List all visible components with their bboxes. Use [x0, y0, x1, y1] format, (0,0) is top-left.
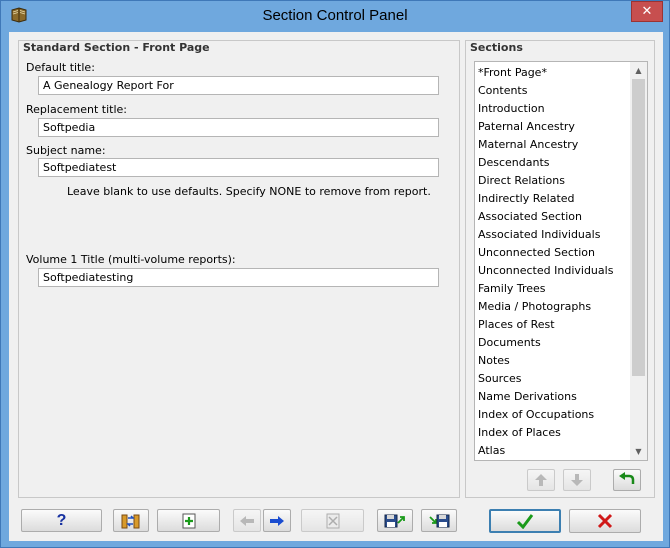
section-list-item[interactable]: Associated Individuals — [478, 226, 600, 244]
section-list-item[interactable]: Indirectly Related — [478, 190, 575, 208]
section-list-item[interactable]: Unconnected Individuals — [478, 262, 613, 280]
next-button[interactable] — [263, 509, 291, 532]
sections-group-title: Sections — [470, 41, 523, 54]
subject-name-input[interactable]: Softpediatest — [38, 158, 439, 177]
volume-title-label: Volume 1 Title (multi-volume reports): — [26, 253, 236, 266]
scroll-thumb[interactable] — [632, 79, 645, 376]
close-button[interactable]: ✕ — [631, 1, 663, 22]
scroll-down-arrow-icon[interactable]: ▼ — [630, 443, 647, 460]
section-list-item[interactable]: Notes — [478, 352, 510, 370]
help-question-icon: ? — [56, 511, 67, 529]
section-list-item[interactable]: Direct Relations — [478, 172, 565, 190]
window-title: Section Control Panel — [262, 7, 408, 24]
standard-section-group-title: Standard Section - Front Page — [23, 41, 210, 54]
section-list-item[interactable]: Unconnected Section — [478, 244, 595, 262]
section-list-item[interactable]: *Front Page* — [478, 64, 547, 82]
section-list-item[interactable]: Index of Places — [478, 424, 561, 442]
red-x-icon — [597, 513, 613, 529]
undo-arrow-icon — [619, 472, 635, 484]
volume-title-input[interactable]: Softpediatesting — [38, 268, 439, 287]
replacement-title-input[interactable]: Softpedia — [38, 118, 439, 137]
scroll-up-arrow-icon[interactable]: ▲ — [630, 62, 647, 79]
arrow-left-icon — [240, 515, 254, 526]
arrow-down-icon — [571, 474, 583, 486]
default-title-label: Default title: — [26, 61, 95, 74]
arrow-right-icon — [270, 515, 284, 526]
arrow-up-icon — [535, 474, 547, 486]
section-list-item[interactable]: Paternal Ancestry — [478, 118, 575, 136]
add-page-icon — [182, 513, 195, 528]
load-from-disk-button[interactable] — [421, 509, 457, 532]
previous-button[interactable] — [233, 509, 261, 532]
sections-scrollbar[interactable]: ▲ ▼ — [630, 62, 647, 460]
default-title-input[interactable]: A Genealogy Report For — [38, 76, 439, 95]
move-up-button[interactable] — [527, 469, 555, 491]
checkmark-icon — [516, 514, 534, 529]
move-down-button[interactable] — [563, 469, 591, 491]
section-list-item[interactable]: Descendants — [478, 154, 550, 172]
section-list-item[interactable]: Contents — [478, 82, 527, 100]
section-list-item[interactable]: Associated Section — [478, 208, 582, 226]
sections-group: Sections *Front Page* Contents Introductio… — [465, 40, 655, 498]
section-list-item[interactable]: Name Derivations — [478, 388, 577, 406]
cancel-button[interactable] — [569, 509, 641, 533]
replacement-title-label: Replacement title: — [26, 103, 127, 116]
section-list-item[interactable]: Places of Rest — [478, 316, 555, 334]
reorder-sections-button[interactable] — [113, 509, 149, 532]
subject-name-label: Subject name: — [26, 144, 106, 157]
section-list-item[interactable]: Sources — [478, 370, 522, 388]
title-bar[interactable]: Section Control Panel ✕ — [1, 1, 669, 31]
sections-listbox[interactable]: *Front Page* Contents Introduction Paternal… — [474, 61, 648, 461]
section-list-item[interactable]: Atlas — [478, 442, 505, 460]
save-to-disk-button[interactable] — [377, 509, 413, 532]
undo-button[interactable] — [613, 469, 641, 491]
delete-section-button[interactable] — [301, 509, 364, 532]
section-list-item[interactable]: Media / Photographs — [478, 298, 591, 316]
add-section-button[interactable] — [157, 509, 220, 532]
ok-button[interactable] — [489, 509, 561, 533]
section-control-panel-window: Section Control Panel ✕ Standard Section… — [0, 0, 670, 548]
section-list-item[interactable]: Documents — [478, 334, 541, 352]
swap-columns-icon — [121, 514, 140, 528]
client-area: Standard Section - Front Page Default ti… — [9, 32, 663, 541]
help-button[interactable]: ? — [21, 509, 102, 532]
section-list-item[interactable]: Family Trees — [478, 280, 546, 298]
defaults-hint-text: Leave blank to use defaults. Specify NON… — [67, 185, 431, 198]
section-list-item[interactable]: Maternal Ancestry — [478, 136, 578, 154]
section-list-item[interactable]: Introduction — [478, 100, 545, 118]
floppy-export-icon — [384, 514, 405, 527]
delete-page-icon — [326, 513, 339, 528]
floppy-import-icon — [429, 514, 450, 527]
section-list-item[interactable]: Index of Occupations — [478, 406, 594, 424]
standard-section-group: Standard Section - Front Page Default ti… — [18, 40, 460, 498]
